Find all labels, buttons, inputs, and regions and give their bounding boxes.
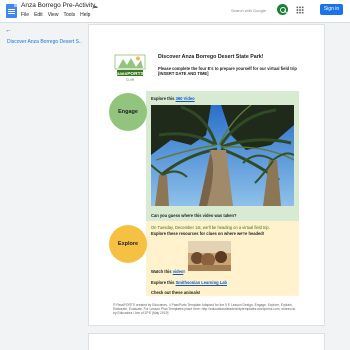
document-title[interactable]: Anza Borrego Pre-Activity <box>21 2 95 9</box>
search-icon[interactable] <box>277 4 288 15</box>
engage-circle: Engage <box>109 93 147 131</box>
cloud-status-icon[interactable]: ☁ <box>92 3 98 10</box>
search-input[interactable]: Search with Google <box>229 5 273 16</box>
engage-label: Engage <box>118 109 138 115</box>
engage-instruction: Explore this 360 Video <box>151 96 195 101</box>
engage-prefix: Explore this <box>151 96 176 101</box>
learning-lab-line: Explore this Smithsonian Learning Lab <box>151 280 227 285</box>
video-link[interactable]: video <box>173 269 184 274</box>
explore-label: Explore <box>117 241 139 247</box>
explore-line-2: Explore these resources for clues on whe… <box>151 231 265 236</box>
lab-prefix: Explore this <box>151 280 176 285</box>
explore-line-1: On Tuesday, December 1st, we'll be headi… <box>151 225 270 230</box>
passports-club-logo: passPORTS CLUB <box>114 54 146 82</box>
menu-file[interactable]: File <box>21 12 29 18</box>
docs-icon <box>6 4 17 18</box>
360-video-link[interactable]: 360 Video <box>176 96 195 101</box>
page-heading: Discover Anza Borrego Desert State Park! <box>158 54 264 60</box>
logo-sub-text: CLUB <box>126 78 134 82</box>
footnote: ® PassPORTS created by Educators. 4 Pass… <box>113 303 296 316</box>
outline-item[interactable]: Discover Anza Borrego Desert S... <box>7 39 82 45</box>
palm-tree-photo <box>151 105 294 206</box>
watch-suffix: ! <box>183 269 185 274</box>
menu-bar: File Edit View Tools Help <box>21 12 90 18</box>
sign-in-button[interactable]: Sign in <box>320 4 343 15</box>
engage-question: Can you guess where this video was taken… <box>151 213 237 218</box>
back-arrow-icon[interactable]: ← <box>5 27 12 34</box>
intro-text: Please complete the four E's to prepare … <box>158 66 297 76</box>
menu-tools[interactable]: Tools <box>63 12 75 18</box>
smithsonian-lab-link[interactable]: Smithsonian Learning Lab <box>176 280 227 285</box>
check-animals-text: Check out these animals! <box>151 290 201 295</box>
menu-view[interactable]: View <box>48 12 59 18</box>
menu-help[interactable]: Help <box>80 12 90 18</box>
apps-grid-icon[interactable] <box>296 6 304 14</box>
logo-text: passPORTS <box>116 71 144 77</box>
menu-edit[interactable]: Edit <box>34 12 43 18</box>
document-page-next <box>88 333 325 350</box>
top-bar: Anza Borrego Pre-Activity ☁ File Edit Vi… <box>0 0 350 23</box>
explore-circle: Explore <box>109 225 147 263</box>
watch-video-line: Watch this video! <box>151 269 185 274</box>
video-thumbnail[interactable] <box>188 241 231 271</box>
watch-prefix: Watch this <box>151 269 173 274</box>
